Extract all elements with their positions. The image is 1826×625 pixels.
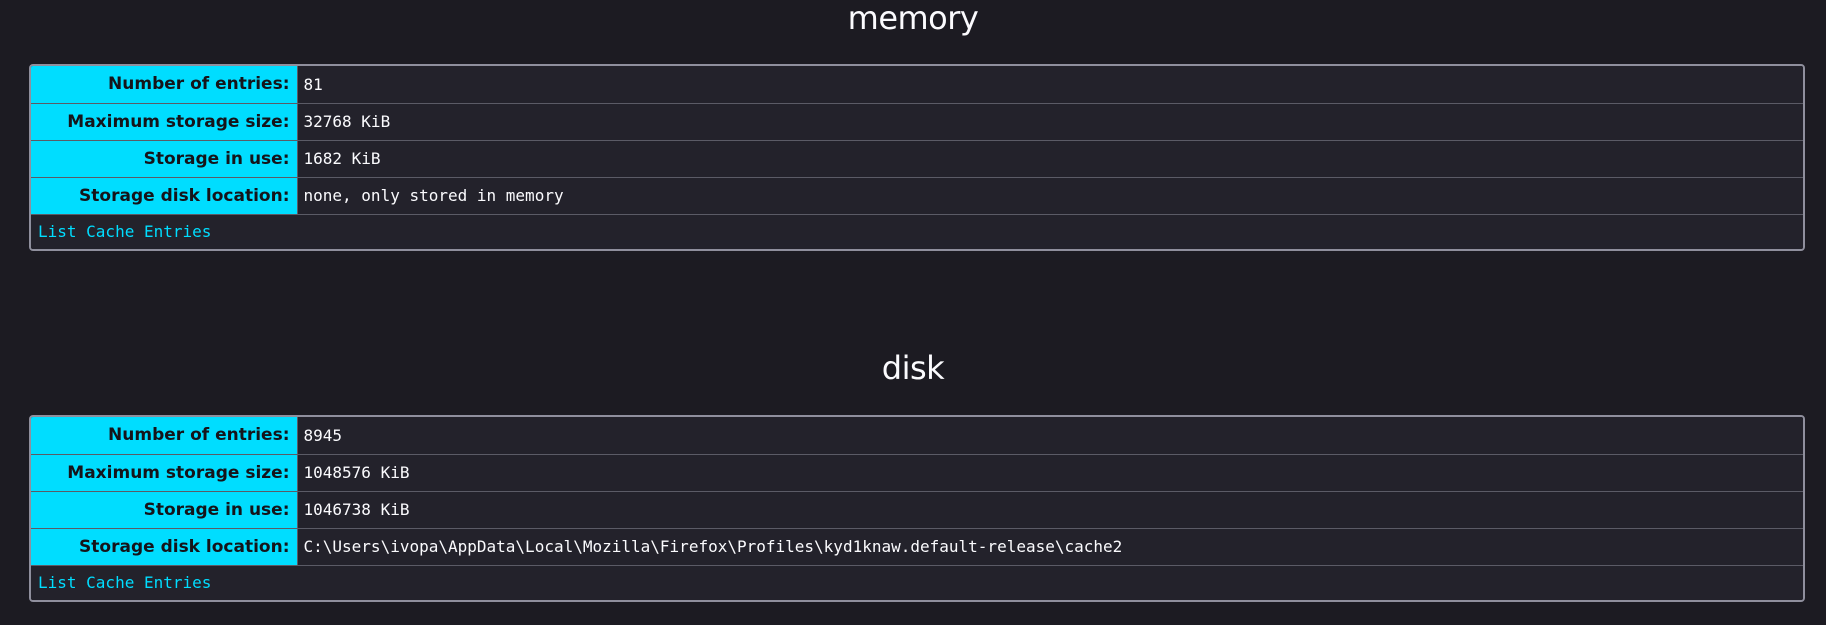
row-label-location: Storage disk location: xyxy=(31,528,298,566)
section-title-memory: memory xyxy=(847,0,979,37)
row-value-location: C:\Users\ivopa\AppData\Local\Mozilla\Fir… xyxy=(297,528,1803,566)
row-value-in-use: 1046738 KiB xyxy=(297,491,1803,529)
row-label-in-use: Storage in use: xyxy=(31,140,298,178)
row-value-max-size: 1048576 KiB xyxy=(297,454,1803,492)
row-label-entries: Number of entries: xyxy=(31,417,298,455)
table-row: Storage disk location: C:\Users\ivopa\Ap… xyxy=(31,528,1803,566)
section-title-disk: disk xyxy=(881,349,945,387)
row-value-in-use: 1682 KiB xyxy=(297,140,1803,178)
table-row: Number of entries: 81 xyxy=(31,66,1803,104)
row-label-max-size: Maximum storage size: xyxy=(31,103,298,141)
memory-info-table: Number of entries: 81 Maximum storage si… xyxy=(31,66,1803,215)
list-link-row: List Cache Entries xyxy=(31,214,1803,249)
list-cache-entries-link-disk[interactable]: List Cache Entries xyxy=(38,573,211,592)
row-value-entries: 8945 xyxy=(297,417,1803,455)
disk-info-table: Number of entries: 8945 Maximum storage … xyxy=(31,417,1803,566)
table-row: Storage disk location: none, only stored… xyxy=(31,177,1803,215)
table-row: Storage in use: 1046738 KiB xyxy=(31,491,1803,529)
table-row: Maximum storage size: 32768 KiB xyxy=(31,103,1803,141)
row-value-entries: 81 xyxy=(297,66,1803,104)
row-label-in-use: Storage in use: xyxy=(31,491,298,529)
table-row: Maximum storage size: 1048576 KiB xyxy=(31,454,1803,492)
list-cache-entries-link-memory[interactable]: List Cache Entries xyxy=(38,222,211,241)
disk-cache-table: Number of entries: 8945 Maximum storage … xyxy=(29,415,1805,602)
row-value-location: none, only stored in memory xyxy=(297,177,1803,215)
row-label-entries: Number of entries: xyxy=(31,66,298,104)
table-row: Number of entries: 8945 xyxy=(31,417,1803,455)
list-link-row: List Cache Entries xyxy=(31,565,1803,600)
row-label-location: Storage disk location: xyxy=(31,177,298,215)
row-label-max-size: Maximum storage size: xyxy=(31,454,298,492)
row-value-max-size: 32768 KiB xyxy=(297,103,1803,141)
memory-cache-table: Number of entries: 81 Maximum storage si… xyxy=(29,64,1805,251)
table-row: Storage in use: 1682 KiB xyxy=(31,140,1803,178)
